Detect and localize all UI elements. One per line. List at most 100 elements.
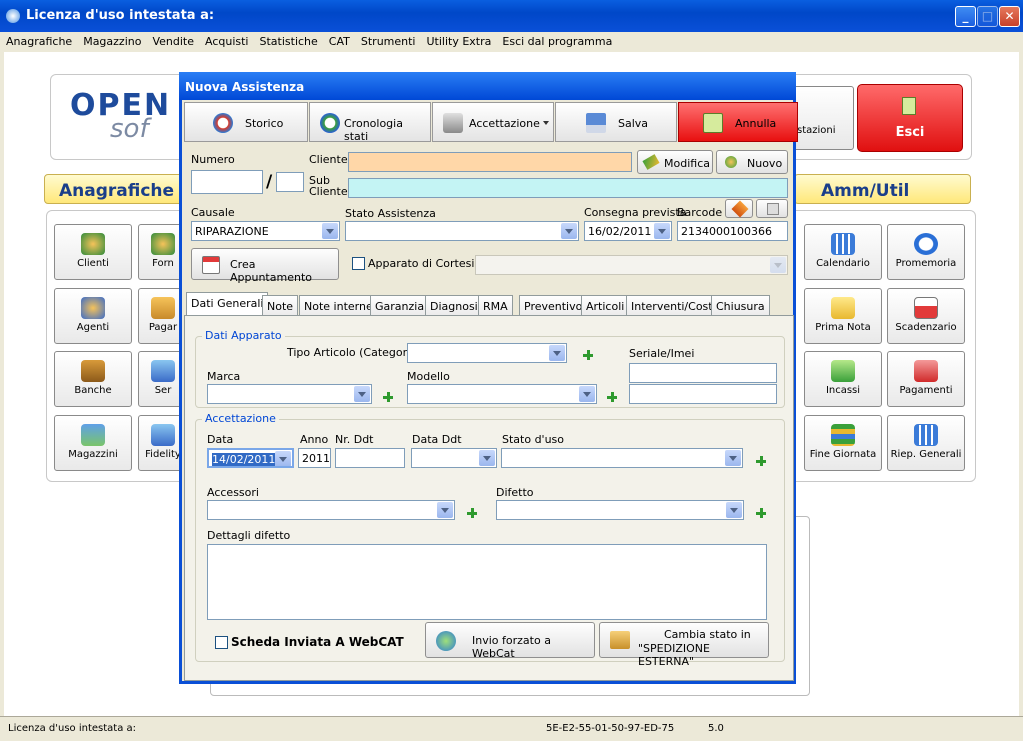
add-accessori-icon[interactable] (467, 508, 477, 518)
chevron-down-icon (479, 450, 495, 466)
add-stato-uso-icon[interactable] (756, 456, 766, 466)
annulla-button[interactable]: Annulla (678, 102, 798, 142)
menu-magazzino[interactable]: Magazzino (77, 32, 146, 48)
crea-appuntamento-button[interactable]: Crea Appuntamento (191, 248, 339, 284)
menu-esci[interactable]: Esci dal programma (496, 32, 617, 48)
data-picker[interactable]: 14/02/2011 (207, 448, 294, 468)
modifica-button[interactable]: Modifica (637, 150, 713, 174)
seriale-input[interactable] (629, 363, 777, 383)
maximize-button[interactable]: □ (977, 6, 998, 27)
imei-input[interactable] (629, 384, 777, 404)
tab-chiusura[interactable]: Chiusura (711, 295, 770, 315)
chevron-down-icon (654, 223, 670, 239)
status-version: 5.0 (708, 723, 724, 734)
tab-rma[interactable]: RMA (478, 295, 513, 315)
anno-label: Anno (300, 433, 329, 446)
invio-forzato-webcat-button[interactable]: Invio forzato a WebCat (425, 622, 595, 660)
pagamenti-button[interactable]: Pagamenti (887, 351, 965, 407)
salva-button[interactable]: Salva (555, 102, 677, 142)
stato-uso-label: Stato d'uso (502, 433, 565, 446)
exit-door-icon (703, 113, 723, 133)
numero-separator: / (266, 172, 273, 192)
modello-select[interactable] (407, 384, 597, 404)
accettazione-dropdown-button[interactable]: Accettazione (432, 102, 554, 142)
tab-diagnosi[interactable]: Diagnosi (425, 295, 483, 315)
agenti-button[interactable]: Agenti (54, 288, 132, 344)
numero-input[interactable] (191, 170, 263, 194)
menu-cat[interactable]: CAT (323, 32, 355, 48)
promemoria-button[interactable]: Promemoria (887, 224, 965, 280)
menu-acquisti[interactable]: Acquisti (199, 32, 254, 48)
apparato-cortesia-checkbox[interactable] (352, 257, 365, 270)
tipo-articolo-label: Tipo Articolo (Categoria) (287, 346, 422, 359)
clienti-button[interactable]: Clienti (54, 224, 132, 280)
cambia-stato-button[interactable]: Cambia stato in "SPEDIZIONE ESTERNA" (599, 622, 769, 668)
tab-dati-generali[interactable]: Dati Generali (186, 292, 269, 316)
tab-interventi-costi[interactable]: Interventi/Costi (626, 295, 721, 315)
barcode-edit-button[interactable] (725, 199, 753, 218)
dialog-titlebar: Nuova Assistenza (179, 72, 796, 100)
add-marca-icon[interactable] (383, 392, 393, 402)
fine-giornata-button[interactable]: Fine Giornata (804, 415, 882, 471)
tab-note[interactable]: Note (262, 295, 299, 315)
menu-statistiche[interactable]: Statistiche (254, 32, 323, 48)
cronologia-stati-button[interactable]: Cronologia stati (309, 102, 431, 143)
nr-ddt-input[interactable] (335, 448, 405, 468)
stato-uso-select[interactable] (501, 448, 743, 468)
add-tipo-articolo-icon[interactable] (583, 350, 593, 360)
prima-nota-button[interactable]: Prima Nota (804, 288, 882, 344)
nuovo-button[interactable]: Nuovo (716, 150, 788, 174)
minimize-button[interactable]: _ (955, 6, 976, 27)
tab-note-interne[interactable]: Note interne (299, 295, 378, 315)
agents-icon (81, 297, 105, 319)
causale-select[interactable]: RIPARAZIONE (191, 221, 340, 241)
chevron-down-icon (579, 386, 595, 402)
tipo-articolo-select[interactable] (407, 343, 567, 363)
logo-sub: sof (110, 114, 149, 144)
calendario-button[interactable]: Calendario (804, 224, 882, 280)
menu-strumenti[interactable]: Strumenti (355, 32, 421, 48)
consegna-prevista-picker[interactable]: 16/02/2011 (584, 221, 672, 241)
menu-vendite[interactable]: Vendite (146, 32, 199, 48)
accessori-select[interactable] (207, 500, 455, 520)
dettagli-difetto-textarea[interactable] (207, 544, 767, 620)
calendar-clock-icon (202, 256, 220, 274)
calendar-icon (831, 233, 855, 255)
anno-input[interactable]: 2011 (298, 448, 331, 468)
data-ddt-label: Data Ddt (412, 433, 462, 446)
data-ddt-picker[interactable] (411, 448, 497, 468)
sub-cliente-input[interactable] (348, 178, 788, 198)
stato-assistenza-select[interactable] (345, 221, 579, 241)
riep-generali-button[interactable]: Riep. Generali (887, 415, 965, 471)
storico-button[interactable]: Storico (184, 102, 308, 142)
add-difetto-icon[interactable] (756, 508, 766, 518)
barcode-input[interactable]: 2134000100366 (677, 221, 788, 241)
menu-utility-extra[interactable]: Utility Extra (421, 32, 497, 48)
apparato-cortesia-select[interactable] (475, 255, 788, 275)
tab-note-interne-label: Note interne (304, 300, 373, 313)
apparato-cortesia-label: Apparato di Cortesia (368, 257, 482, 270)
scheda-webcat-checkbox[interactable] (215, 636, 228, 649)
data-label: Data (207, 433, 234, 446)
accettazione-label: Accettazione (469, 117, 540, 130)
close-button[interactable]: ✕ (999, 6, 1020, 27)
magazzini-button[interactable]: Magazzini (54, 415, 132, 471)
tab-preventivo[interactable]: Preventivo (519, 295, 588, 315)
promemoria-label: Promemoria (895, 258, 957, 269)
menu-anagrafiche[interactable]: Anagrafiche (0, 32, 77, 48)
scadenzario-button[interactable]: Scadenzario (887, 288, 965, 344)
tab-articoli[interactable]: Articoli (581, 295, 630, 315)
incassi-button[interactable]: Incassi (804, 351, 882, 407)
chevron-down-icon (561, 223, 577, 239)
barcode-print-button[interactable] (756, 199, 788, 218)
clienti-label: Clienti (77, 258, 109, 269)
marca-select[interactable] (207, 384, 372, 404)
tab-garanzia[interactable]: Garanzia (370, 295, 430, 315)
cliente-input[interactable] (348, 152, 632, 172)
banche-button[interactable]: Banche (54, 351, 132, 407)
add-modello-icon[interactable] (607, 392, 617, 402)
numero-suffix-input[interactable] (276, 172, 304, 192)
difetto-select[interactable] (496, 500, 744, 520)
esci-button[interactable]: Esci (857, 84, 963, 152)
fine-giornata-label: Fine Giornata (809, 449, 877, 460)
